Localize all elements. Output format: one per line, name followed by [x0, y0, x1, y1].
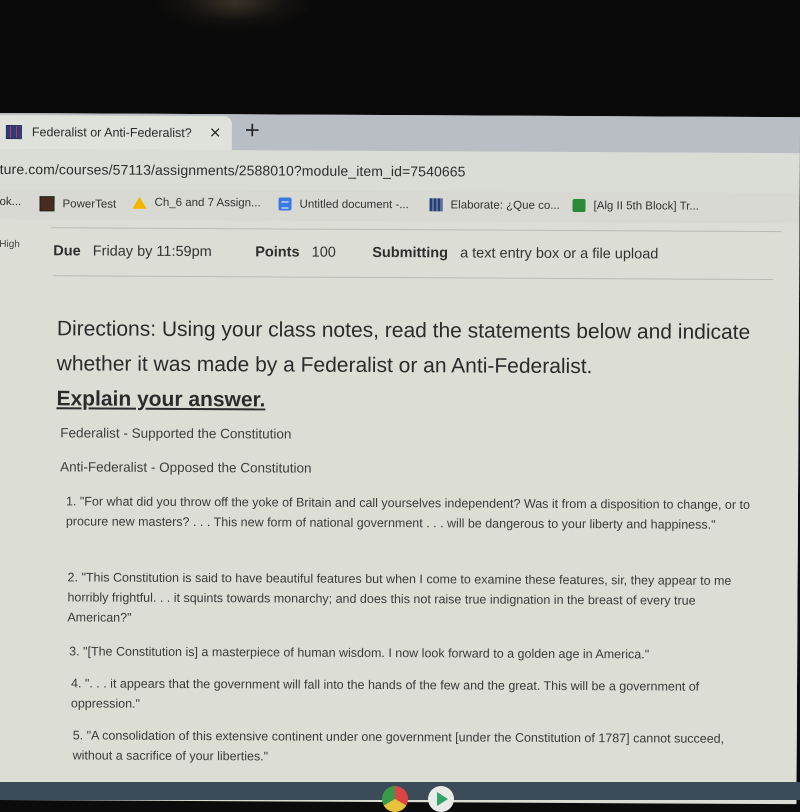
definition-anti-federalist: Anti-Federalist - Opposed the Constituti…: [60, 459, 312, 476]
due-date: Due Friday by 11:59pm: [53, 243, 212, 260]
bookmark-alg-ii[interactable]: [Alg II 5th Block] Tr...: [572, 198, 700, 213]
directions-text: Directions: Using your class notes, read…: [56, 317, 751, 379]
due-label: Due: [53, 243, 81, 260]
bookmark-label: Elaborate: ¿Que co...: [450, 198, 560, 212]
submitting-label: Submitting: [372, 244, 449, 262]
chrome-icon[interactable]: [382, 786, 408, 812]
site-icon: [429, 198, 443, 212]
google-classroom-icon: [572, 198, 586, 213]
bookmark-powertest[interactable]: PowerTest: [39, 196, 117, 212]
site-favicon-icon: [5, 125, 22, 140]
bookmark-label: ok...: [0, 195, 22, 209]
points: Points 100: [255, 244, 336, 260]
statement-4: 4. ". . . it appears that the government…: [70, 676, 700, 711]
submitting: Submitting a text entry box or a file up…: [372, 245, 658, 262]
sidebar-text: High: [0, 238, 20, 251]
statement-3: 3. "[The Constitution is] a masterpiece …: [69, 644, 650, 662]
bookmark-elaborate[interactable]: Elaborate: ¿Que co...: [429, 198, 560, 212]
points-value: 100: [311, 244, 336, 261]
divider: [51, 227, 782, 233]
statement-2: 2. "This Constitution is said to have be…: [67, 570, 732, 625]
bookmark-label: [Alg II 5th Block] Tr...: [593, 199, 700, 213]
close-tab-icon[interactable]: ×: [209, 123, 222, 141]
tab-federalist[interactable]: Federalist or Anti-Federalist? ×: [0, 114, 232, 151]
bookmark-label: PowerTest: [62, 197, 117, 211]
divider: [53, 275, 774, 281]
new-tab-button[interactable]: +: [244, 117, 261, 141]
browser-window: Federalist or Anti-Federalist? × + ture.…: [0, 113, 800, 805]
assignment-page: High Due Friday by 11:59pm Points 100 Su…: [0, 218, 800, 804]
bookmark-ch6-7[interactable]: Ch_6 and 7 Assign...: [132, 196, 261, 210]
points-label: Points: [255, 244, 300, 261]
statement-5: 5. "A consolidation of this extensive co…: [72, 728, 725, 764]
statement-1: 1. "For what did you throw off the yoke …: [65, 494, 750, 532]
bookmark-untitled-document[interactable]: Untitled document -...: [278, 197, 409, 211]
address-bar[interactable]: ture.com/courses/57113/assignments/25880…: [0, 148, 800, 194]
tab-title: Federalist or Anti-Federalist?: [31, 125, 192, 141]
explain-instruction: Explain your answer.: [56, 387, 266, 412]
tab-strip: Federalist or Anti-Federalist? × +: [0, 113, 800, 154]
taskbar: [0, 782, 800, 812]
definition-federalist: Federalist - Supported the Constitution: [60, 425, 292, 442]
monitor-bezel: [0, 0, 800, 116]
powertest-icon: [39, 196, 55, 212]
bookmark-label: Ch_6 and 7 Assign...: [154, 196, 261, 210]
submitting-value: a text entry box or a file upload: [460, 245, 659, 263]
bookmark-truncated[interactable]: ok...: [0, 196, 21, 208]
google-docs-icon: [278, 197, 292, 211]
google-drive-icon: [132, 196, 147, 209]
bookmark-label: Untitled document -...: [299, 198, 409, 211]
due-value: Friday by 11:59pm: [92, 243, 212, 261]
directions-heading: Directions: Using your class notes, read…: [56, 311, 757, 420]
play-store-icon[interactable]: [428, 786, 454, 812]
url-text[interactable]: ture.com/courses/57113/assignments/25880…: [0, 161, 466, 179]
